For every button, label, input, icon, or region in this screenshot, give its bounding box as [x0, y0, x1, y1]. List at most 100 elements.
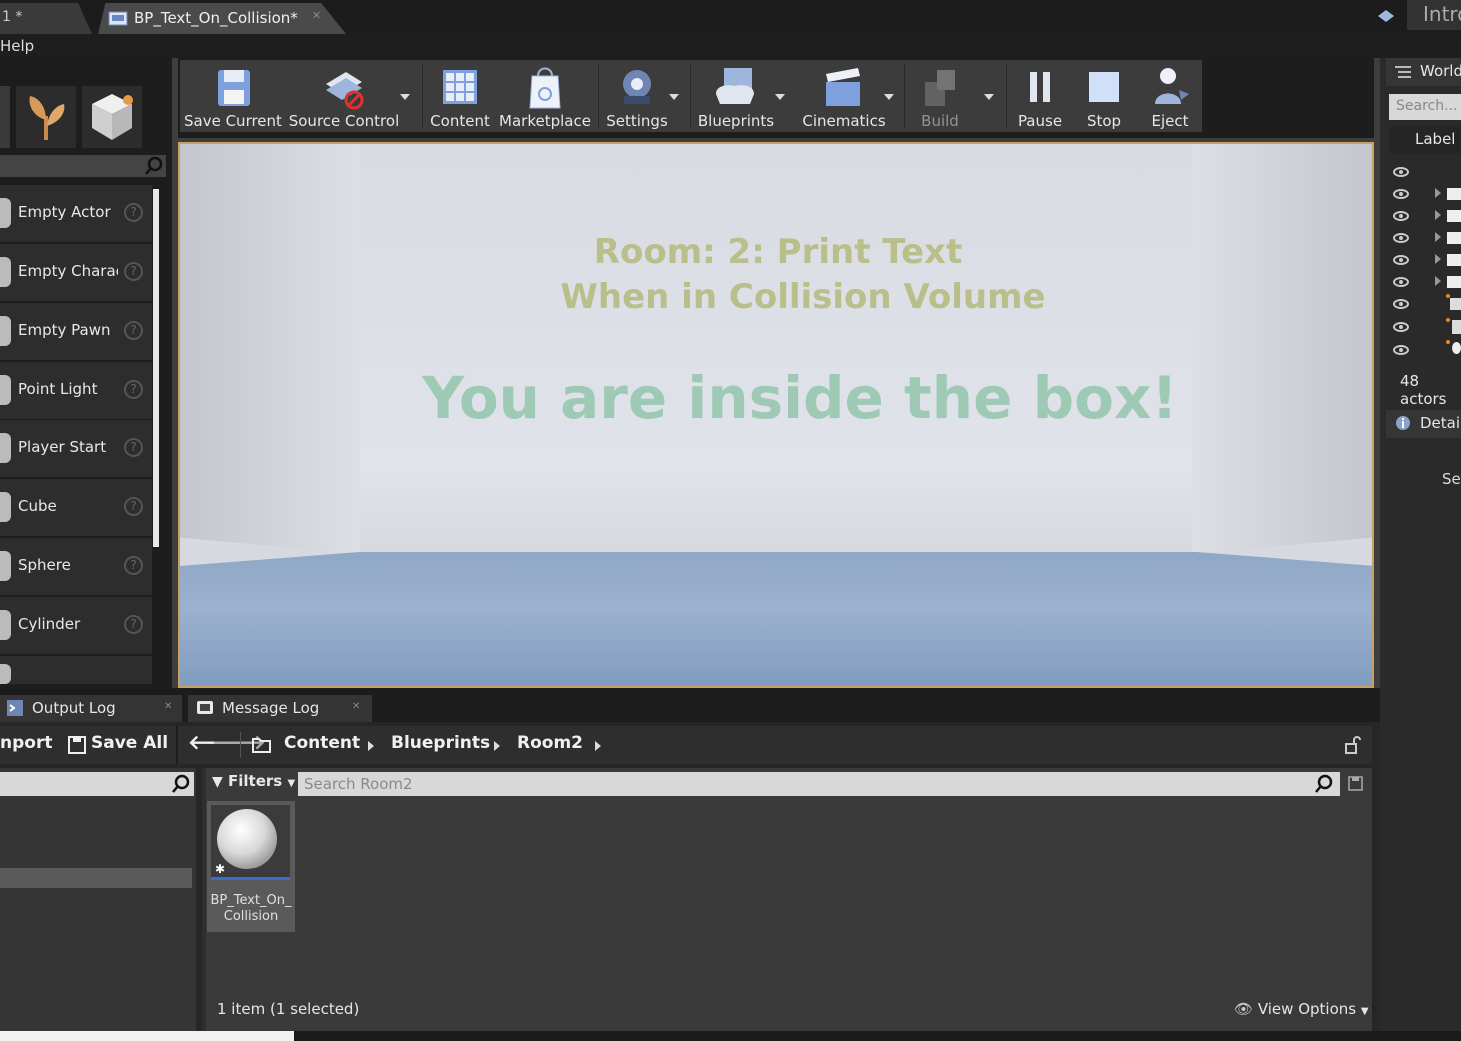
content-button[interactable]: Content [428, 60, 492, 132]
outliner-search-input[interactable]: Search... [1389, 94, 1461, 120]
visibility-eye-icon[interactable] [1393, 299, 1409, 309]
place-item-empty-pawn[interactable]: Empty Pawn ? [0, 303, 152, 360]
breadcrumb-room2[interactable]: Room2 [517, 733, 583, 753]
source-control-button[interactable]: Source Control [288, 60, 400, 132]
breadcrumb-content[interactable]: Content [284, 733, 360, 753]
source-control-dropdown-icon[interactable] [400, 94, 410, 100]
place-item-empty-actor[interactable]: Empty Actor ? [0, 185, 152, 242]
place-item-player-start[interactable]: Player Start ? [0, 420, 152, 477]
view-options-button[interactable]: 👁 View Options ▼ [1234, 1000, 1369, 1018]
new-asset-star-icon: ✱ [215, 862, 226, 876]
outliner-actor-count: 48 actors [1400, 372, 1447, 408]
save-current-button[interactable]: Save Current [184, 60, 282, 132]
tab-output-log[interactable]: Output Log ✕ [0, 695, 182, 722]
cinematics-button[interactable]: Cinematics [796, 60, 892, 132]
cinematics-dropdown-icon[interactable] [884, 94, 894, 100]
build-button[interactable]: Build [910, 60, 970, 132]
outliner-column-header[interactable]: Label [1389, 126, 1461, 154]
place-item-cube[interactable]: Cube ? [0, 479, 152, 536]
content-grid-icon [443, 70, 477, 104]
save-current-label: Save Current [184, 112, 282, 130]
tab-previous[interactable]: 1 * [0, 3, 92, 34]
visibility-eye-icon[interactable] [1393, 345, 1409, 355]
help-icon[interactable]: ? [124, 556, 143, 575]
marketplace-button[interactable]: Marketplace [498, 60, 592, 132]
eject-button[interactable]: Eject [1142, 60, 1198, 132]
expand-arrow-icon[interactable] [1435, 276, 1441, 286]
visibility-eye-icon[interactable] [1393, 322, 1409, 332]
plant-icon [29, 96, 65, 140]
expand-arrow-icon[interactable] [1435, 188, 1441, 198]
level-viewport[interactable]: Room: 2: Print Text When in Collision Vo… [178, 142, 1374, 688]
blueprints-dropdown-icon[interactable] [775, 94, 785, 100]
place-search-input[interactable] [0, 155, 166, 177]
visibility-eye-icon[interactable] [1393, 277, 1409, 287]
save-all-button[interactable]: Save All [91, 733, 168, 753]
help-icon[interactable]: ? [124, 438, 143, 457]
help-icon[interactable]: ? [124, 321, 143, 340]
category-tab[interactable] [0, 86, 10, 148]
sources-search-input[interactable] [0, 772, 194, 796]
breadcrumb-arrow-icon[interactable] [494, 741, 500, 751]
tab-bp-text-on-collision[interactable]: BP_Text_On_Collision* ✕ [98, 3, 346, 34]
category-tab-geometry[interactable] [82, 86, 142, 148]
breadcrumb-arrow-icon[interactable] [368, 741, 374, 751]
breadcrumb-arrow-icon[interactable] [595, 741, 601, 751]
save-icon [218, 70, 250, 106]
message-log-label: Message Log [222, 699, 320, 717]
details-tab[interactable]: Detail [1386, 410, 1461, 438]
search-icon [145, 156, 163, 175]
splitter[interactable] [202, 768, 206, 1031]
place-actors-panel: Empty Actor ? Empty Charac ? Empty Pawn … [0, 58, 172, 688]
lock-icon[interactable] [1344, 735, 1362, 755]
close-icon[interactable]: ✕ [164, 701, 172, 712]
room-floor [180, 552, 1372, 686]
category-tab-foliage[interactable] [16, 86, 76, 148]
close-icon[interactable]: ✕ [352, 701, 360, 712]
visibility-eye-icon[interactable] [1393, 211, 1409, 221]
filters-button[interactable]: ▼ Filters ▼ [212, 772, 295, 790]
settings-dropdown-icon[interactable] [669, 94, 679, 100]
expand-arrow-icon[interactable] [1435, 210, 1441, 220]
visibility-eye-icon[interactable] [1393, 167, 1409, 177]
world-outliner-title: World [1420, 62, 1461, 80]
place-item-cylinder[interactable]: Cylinder ? [0, 597, 152, 654]
settings-button[interactable]: Settings [604, 60, 670, 132]
tab-message-log[interactable]: Message Log ✕ [188, 695, 372, 722]
visibility-eye-icon[interactable] [1393, 255, 1409, 265]
import-button[interactable]: nport [0, 733, 52, 753]
place-scrollbar[interactable] [153, 189, 159, 547]
visibility-eye-icon[interactable] [1393, 189, 1409, 199]
save-search-icon[interactable] [1348, 776, 1364, 792]
help-icon[interactable]: ? [124, 203, 143, 222]
sources-selected-folder[interactable] [0, 868, 192, 888]
blueprint-gamepad-icon [716, 68, 754, 104]
place-item-label: Cylinder [18, 615, 81, 633]
help-icon[interactable]: ? [124, 262, 143, 281]
expand-arrow-icon[interactable] [1435, 232, 1441, 242]
blueprints-button[interactable]: Blueprints [696, 60, 776, 132]
breadcrumb-blueprints[interactable]: Blueprints [391, 733, 490, 753]
visibility-eye-icon[interactable] [1393, 233, 1409, 243]
folder-icon [1447, 232, 1461, 244]
stop-button[interactable]: Stop [1078, 60, 1130, 132]
expand-arrow-icon[interactable] [1435, 254, 1441, 264]
notification-icon[interactable] [1376, 8, 1396, 26]
place-item-empty-character[interactable]: Empty Charac ? [0, 244, 152, 301]
help-icon[interactable]: ? [124, 615, 143, 634]
help-icon[interactable]: ? [124, 380, 143, 399]
build-dropdown-icon[interactable] [984, 94, 994, 100]
place-item-point-light[interactable]: Point Light ? [0, 362, 152, 419]
tab-intro[interactable]: Intro [1407, 0, 1461, 30]
tab-close-icon[interactable]: ✕ [312, 9, 321, 22]
tab-previous-label: 1 * [2, 9, 23, 25]
pause-button[interactable]: Pause [1012, 60, 1068, 132]
help-icon[interactable]: ? [124, 497, 143, 516]
place-item-cone[interactable] [0, 656, 152, 684]
place-item-sphere[interactable]: Sphere ? [0, 538, 152, 595]
world-outliner-tab[interactable]: World [1386, 58, 1461, 86]
asset-search-input[interactable]: Search Room2 [298, 772, 1340, 796]
menu-help[interactable]: Help [0, 37, 34, 55]
actor-type-icons [1446, 294, 1461, 354]
folder-icon [1447, 210, 1461, 222]
